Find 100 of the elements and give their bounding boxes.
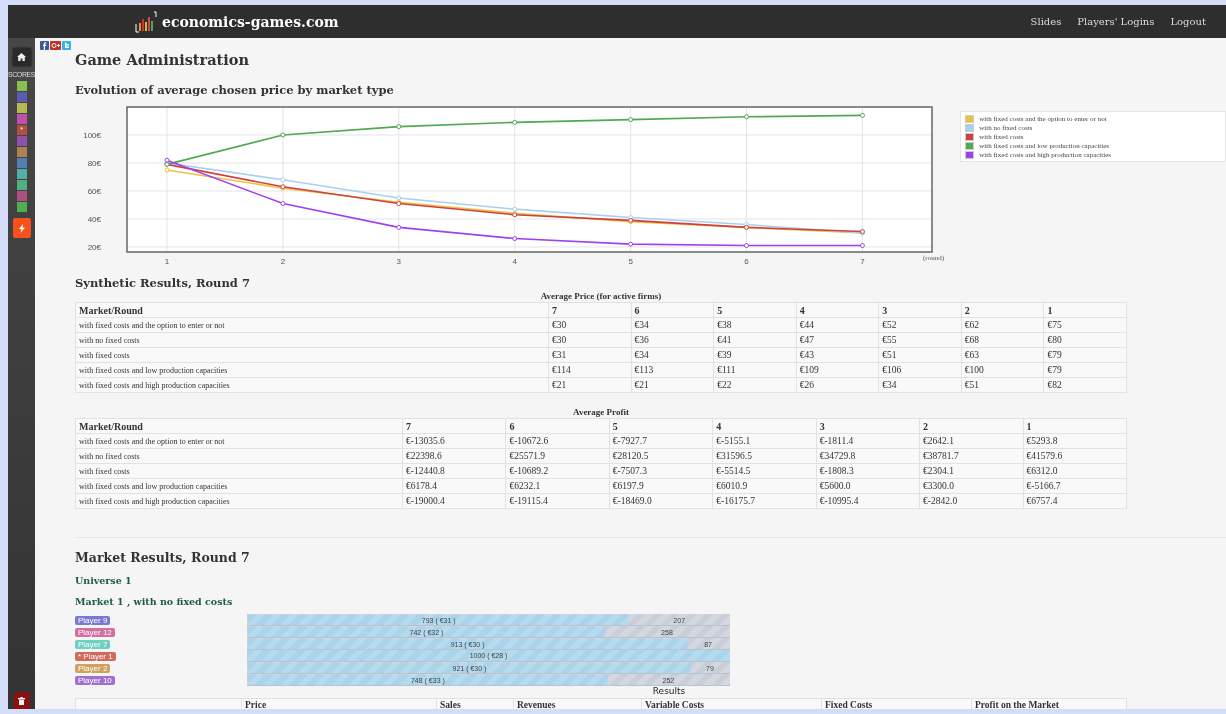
column-header: Price [241,698,437,709]
table-cell: €34 [631,317,714,333]
table-cell: with fixed costs and the option to enter or not [75,317,549,333]
axis-label: 5 [628,257,633,266]
score-button[interactable] [16,169,27,179]
table-cell: €109 [796,362,879,378]
table-cell: €47 [796,332,879,348]
legend-swatch [965,114,975,123]
table-cell: €44 [796,317,879,333]
score-button[interactable] [16,191,27,201]
table-cell: €114 [548,362,632,378]
axis-label: 2 [280,257,286,266]
table-caption: Average Profit [572,406,630,418]
social-icon[interactable] [50,41,61,50]
home-button[interactable] [12,48,31,66]
axis-label: 80€ [87,159,101,168]
table-cell: €-13035.6 [402,433,506,449]
score-button[interactable] [16,180,27,190]
home-icon [17,53,26,61]
legend-swatch [965,132,975,141]
table-cell: €-16175.7 [712,493,817,509]
score-button[interactable] [16,202,27,212]
table-cell: €63 [961,347,1044,363]
table-cell: €30 [548,332,632,348]
axis-label: 6 [744,257,749,266]
chart-title: Evolution of average chosen price by market type [75,83,395,97]
score-button[interactable] [16,114,27,124]
table-cell: €31 [548,347,632,363]
table-caption: Average Price (for active firms) [539,290,663,302]
table-cell: €-5155.1 [712,433,817,449]
table-cell: €-10672.6 [505,433,610,449]
table-cell: €100 [961,362,1044,378]
score-button[interactable] [16,81,27,91]
score-button[interactable] [16,147,27,157]
social-icon[interactable] [40,41,49,50]
table-cell: €3300.0 [919,478,1024,494]
table-cell: with fixed costs and low production capacities [75,478,403,494]
table-cell: €79 [1043,347,1127,363]
column-header: 1 [1023,418,1127,434]
score-button[interactable] [16,103,27,113]
table-cell: €-19115.4 [505,493,610,509]
table-cell: €43 [796,347,879,363]
site-name[interactable]: economics-games.com [162,13,339,30]
bar-chart-icon [135,10,157,33]
table-cell: €34 [631,347,714,363]
table-cell: €38781.7 [919,448,1024,464]
table-cell: €6197.9 [609,478,713,494]
lightning-button[interactable] [12,218,31,238]
column-header: 5 [713,302,797,318]
column-header: Revenues [513,698,642,709]
player-tag: Player 2 [75,663,111,673]
table-cell: €-5514.5 [712,463,817,479]
column-header: Sales [436,698,514,709]
column-header: Market/Round [75,302,549,318]
table-cell: with no fixed costs [75,332,549,348]
column-header: 4 [796,302,879,318]
table-cell: €68 [961,332,1044,348]
column-header: 6 [505,418,610,434]
nav-link[interactable]: Players' Logins [1077,16,1155,27]
table-cell: €21 [548,377,632,393]
trash-button[interactable] [13,692,30,709]
table-cell: with fixed costs and high production capacities [75,377,549,393]
column-header: 2 [919,418,1024,434]
table-cell: €34 [878,377,962,393]
table-cell: with fixed costs and the option to enter or not [75,433,403,449]
legend-swatch [965,141,975,150]
column-header: 7 [548,302,632,318]
player-tag: Player 9 [75,615,111,625]
table-cell: €41 [713,332,797,348]
player-tag: * Player 1 [75,651,116,661]
table-cell: €39 [713,347,797,363]
table-cell: with fixed costs and low production capacities [75,362,549,378]
table-cell: €-2842.0 [919,493,1024,509]
axis-label: 100€ [83,131,101,140]
nav-link[interactable]: Slides [1030,16,1062,27]
column-header: 3 [878,302,962,318]
score-button[interactable] [16,158,27,168]
table-cell: €51 [961,377,1044,393]
market-heading: Market 1 , with no fixed costs [75,596,234,607]
table-cell: €21 [631,377,714,393]
table-cell: €75 [1043,317,1127,333]
axis-label: 3 [396,257,402,266]
table-cell: €34729.8 [816,448,920,464]
page-title: Game Administration [75,51,250,68]
table-cell: €22 [713,377,797,393]
table-cell: €55 [878,332,962,348]
table-cell: €111 [713,362,797,378]
nav-link[interactable]: Logout [1170,16,1206,27]
table-cell: €-1811.4 [816,433,920,449]
table-cell: €30 [548,317,632,333]
table-cell: €-1808.3 [816,463,920,479]
column-header: Variable Costs [641,698,822,709]
legend-swatch [965,150,975,159]
table-cell: €80 [1043,332,1127,348]
table-cell: €106 [878,362,962,378]
table-cell: with fixed costs [75,463,403,479]
column-header: 4 [712,418,817,434]
column-header: 3 [816,418,920,434]
table-cell: €-7927.7 [609,433,713,449]
section-heading: Market Results, Round 7 [75,550,251,565]
